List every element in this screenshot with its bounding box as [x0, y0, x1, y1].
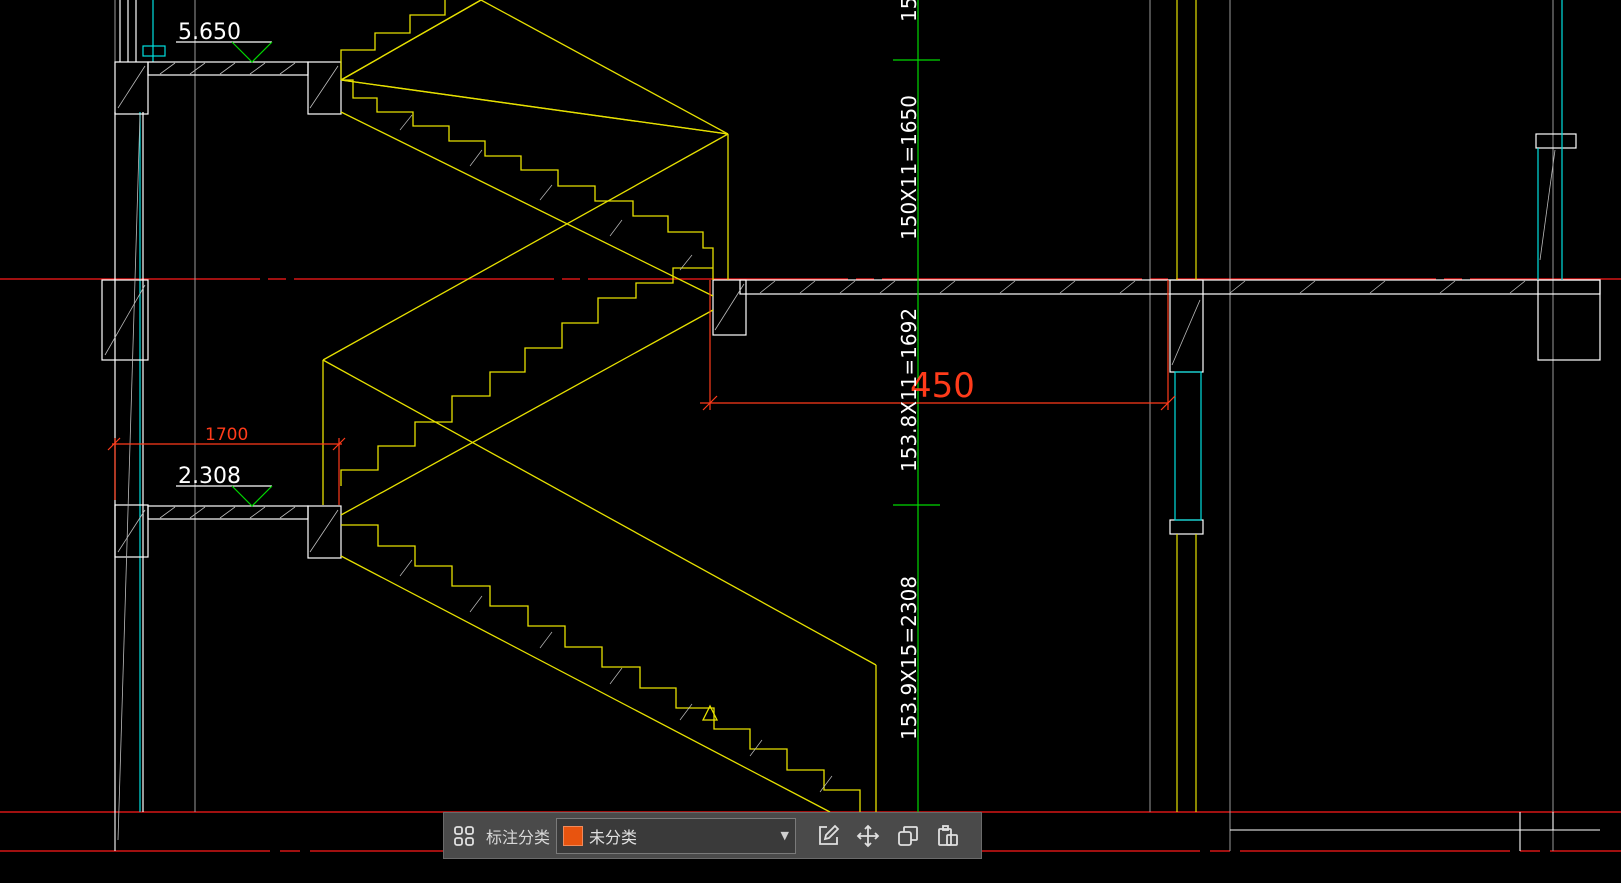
- dimension-1700: 1700: [205, 425, 248, 445]
- level-label-2308: 2.308: [178, 464, 241, 489]
- cad-drawing-canvas[interactable]: 5.650 2.308 1700 450 15 150X11=1650 153.…: [0, 0, 1621, 883]
- paste-icon[interactable]: [928, 816, 968, 856]
- edit-icon[interactable]: [808, 816, 848, 856]
- level-label-5650: 5.650: [178, 20, 241, 45]
- stair-dim-1692: 153.8X11=1692: [897, 308, 921, 472]
- grid-icon[interactable]: [444, 816, 484, 856]
- copy-icon[interactable]: [888, 816, 928, 856]
- category-label: 标注分类: [486, 827, 551, 847]
- stair-dim-top: 15: [897, 0, 921, 22]
- stair-dim-1650: 150X11=1650: [897, 95, 921, 240]
- move-icon[interactable]: [848, 816, 888, 856]
- stair-dim-2308: 153.9X15=2308: [897, 576, 921, 740]
- category-color-swatch: [563, 825, 584, 846]
- chevron-down-icon: ▼: [780, 829, 790, 842]
- category-value: 未分类: [589, 827, 638, 847]
- annotation-toolbar: 标注分类 未分类 ▼: [443, 812, 982, 859]
- category-dropdown[interactable]: 未分类 ▼: [556, 817, 797, 854]
